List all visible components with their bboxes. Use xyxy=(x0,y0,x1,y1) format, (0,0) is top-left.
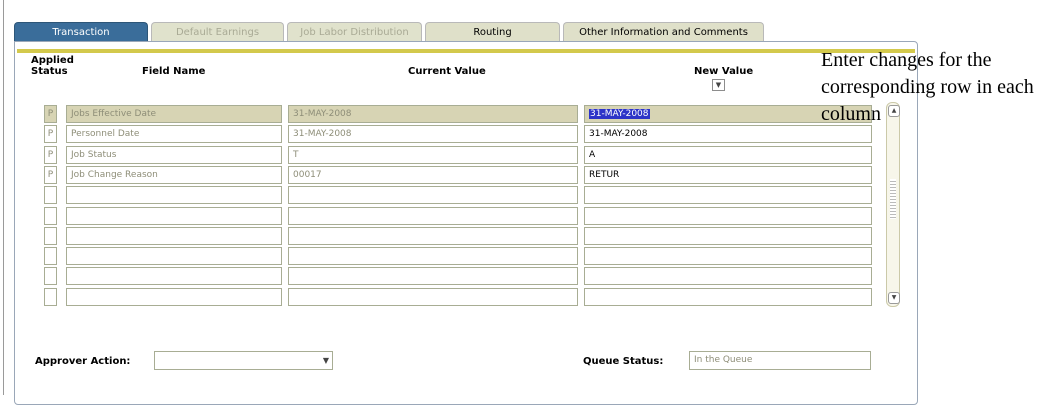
accent-bar xyxy=(17,49,915,53)
current-value-cell[interactable] xyxy=(288,287,578,306)
queue-status-field: In the Queue xyxy=(689,351,871,370)
grid-scrollbar[interactable]: ▲ ▼ xyxy=(886,102,900,307)
tab-transaction[interactable]: Transaction xyxy=(14,22,148,41)
chevron-down-icon: ▼ xyxy=(322,356,329,365)
current-value-cell[interactable] xyxy=(288,226,578,245)
new-value-input[interactable] xyxy=(584,186,872,205)
new-value-input[interactable]: A xyxy=(584,145,872,164)
status-header: Status xyxy=(31,66,68,77)
row-status-cell[interactable] xyxy=(44,287,57,306)
applied-header: Applied xyxy=(31,55,74,66)
approver-action-label: Approver Action: xyxy=(35,356,131,367)
field-name-cell[interactable] xyxy=(66,206,282,225)
transaction-panel: Applied Status Field Name Current Value … xyxy=(14,41,918,405)
row-status-cell[interactable] xyxy=(44,186,57,205)
queue-status-label: Queue Status: xyxy=(583,356,664,367)
current-value-cell[interactable]: T xyxy=(288,145,578,164)
new-value-input[interactable] xyxy=(584,206,872,225)
scroll-thumb[interactable] xyxy=(890,179,896,219)
selected-text: 31-MAY-2008 xyxy=(589,109,650,119)
tab-other-information[interactable]: Other Information and Comments xyxy=(563,22,764,41)
current-value-cell[interactable] xyxy=(288,186,578,205)
current-value-cell[interactable] xyxy=(288,247,578,266)
row-status-cell[interactable] xyxy=(44,226,57,245)
row-status-cell[interactable] xyxy=(44,267,57,286)
new-value-header: New Value xyxy=(694,66,754,77)
row-status-cell[interactable]: P xyxy=(44,145,57,164)
new-value-input[interactable] xyxy=(584,267,872,286)
row-status-cell[interactable]: P xyxy=(44,165,57,184)
new-value-input[interactable] xyxy=(584,226,872,245)
field-name-cell[interactable] xyxy=(66,267,282,286)
field-name-cell[interactable]: Jobs Effective Date xyxy=(66,105,282,123)
current-value-cell[interactable]: 00017 xyxy=(288,165,578,184)
approver-action-select[interactable]: ▼ xyxy=(154,351,333,370)
tab-routing[interactable]: Routing xyxy=(425,22,560,41)
new-value-input[interactable]: RETUR xyxy=(584,165,872,184)
instruction-annotation: Enter changes for the corresponding row … xyxy=(821,49,1034,125)
field-name-cell[interactable]: Job Change Reason xyxy=(66,165,282,184)
row-status-cell[interactable]: P xyxy=(44,125,57,144)
window-left-edge xyxy=(3,0,4,395)
row-status-cell[interactable] xyxy=(44,206,57,225)
field-name-cell[interactable] xyxy=(66,287,282,306)
tab-job-labor-distribution[interactable]: Job Labor Distribution xyxy=(287,22,422,41)
field-name-header: Field Name xyxy=(142,66,206,77)
row-status-cell[interactable] xyxy=(44,247,57,266)
tab-default-earnings[interactable]: Default Earnings xyxy=(151,22,284,41)
field-name-cell[interactable]: Job Status xyxy=(66,145,282,164)
row-status-cell[interactable]: P xyxy=(44,105,57,123)
new-value-input[interactable] xyxy=(584,287,872,306)
current-value-cell[interactable]: 31-MAY-2008 xyxy=(288,125,578,144)
field-name-cell[interactable] xyxy=(66,226,282,245)
current-value-header: Current Value xyxy=(408,66,486,77)
field-name-cell[interactable]: Personnel Date xyxy=(66,125,282,144)
current-value-cell[interactable]: 31-MAY-2008 xyxy=(288,105,578,123)
field-name-cell[interactable] xyxy=(66,247,282,266)
scroll-down-icon[interactable]: ▼ xyxy=(888,292,900,304)
field-name-cell[interactable] xyxy=(66,186,282,205)
new-value-dropdown-button[interactable]: ▼ xyxy=(712,79,725,91)
new-value-input[interactable] xyxy=(584,247,872,266)
current-value-cell[interactable] xyxy=(288,206,578,225)
current-value-cell[interactable] xyxy=(288,267,578,286)
